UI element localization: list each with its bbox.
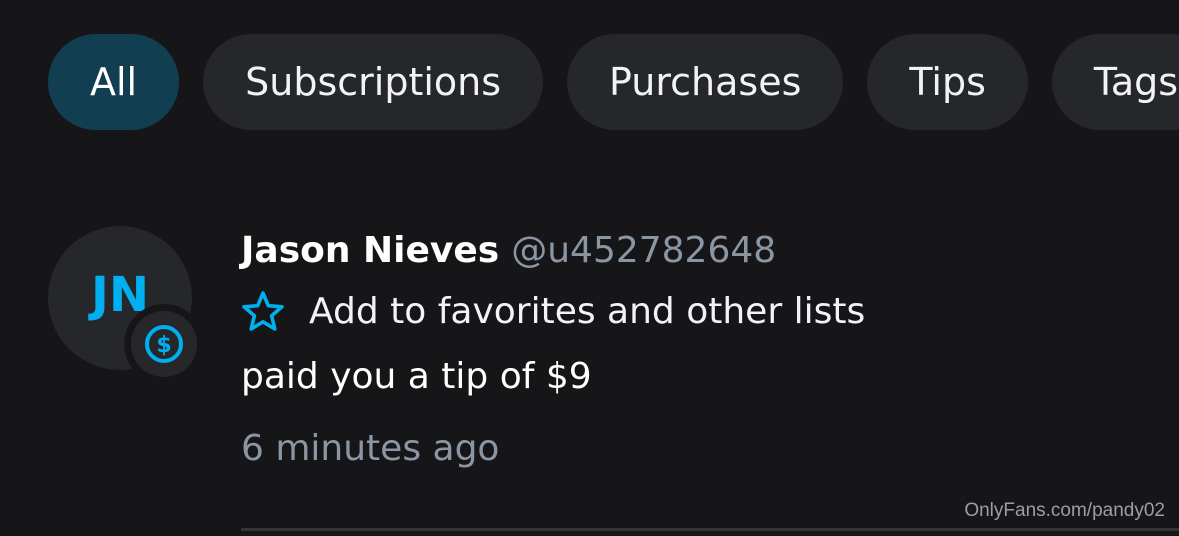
svg-text:$: $ xyxy=(156,333,171,358)
notification-time: 6 minutes ago xyxy=(241,428,500,469)
filter-chip-tags[interactable]: Tags xyxy=(1051,34,1179,130)
filter-chips: All Subscriptions Purchases Tips Tags xyxy=(48,34,1179,130)
notification-message: paid you a tip of $9 xyxy=(241,356,592,397)
filter-chip-purchases[interactable]: Purchases xyxy=(567,34,844,130)
notification-header: Jason Nieves @u452782648 xyxy=(241,226,776,276)
notifications-page: All Subscriptions Purchases Tips Tags JN… xyxy=(0,0,1179,536)
user-handle[interactable]: @u452782648 xyxy=(511,230,776,271)
dollar-circle-icon: $ xyxy=(145,325,183,363)
tip-badge: $ xyxy=(124,304,204,384)
filter-chip-subscriptions[interactable]: Subscriptions xyxy=(203,34,544,130)
divider xyxy=(241,528,1179,531)
star-outline-icon xyxy=(242,291,284,331)
user-name[interactable]: Jason Nieves xyxy=(241,230,499,271)
watermark: OnlyFans.com/pandy02 xyxy=(964,500,1165,521)
filter-chip-tips[interactable]: Tips xyxy=(867,34,1028,130)
add-to-favorites-label: Add to favorites and other lists xyxy=(309,290,866,332)
add-to-favorites-button[interactable]: Add to favorites and other lists xyxy=(241,286,865,336)
filter-chip-all[interactable]: All xyxy=(48,34,180,130)
